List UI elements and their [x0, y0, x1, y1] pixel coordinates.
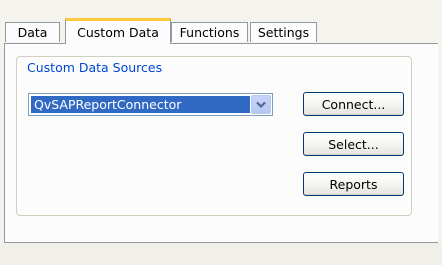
connect-button[interactable]: Connect...: [303, 92, 404, 116]
select-button-label: Select...: [328, 136, 379, 152]
chevron-down-icon: [256, 101, 266, 108]
connect-button-label: Connect...: [321, 96, 386, 112]
tab-functions-label: Functions: [179, 25, 240, 40]
connector-select-value: QvSAPReportConnector: [31, 96, 250, 113]
tab-custom-data-label: Custom Data: [77, 25, 159, 40]
reports-button[interactable]: Reports: [303, 172, 404, 196]
custom-data-sources-legend: Custom Data Sources: [24, 60, 166, 75]
dialog-page: Data Custom Data Functions Settings Cust…: [0, 0, 442, 265]
tab-custom-data[interactable]: Custom Data: [65, 18, 171, 44]
tab-data-label: Data: [17, 25, 48, 40]
select-button[interactable]: Select...: [303, 132, 404, 156]
tab-strip: Data Custom Data Functions Settings: [0, 0, 442, 44]
tab-data[interactable]: Data: [5, 22, 60, 42]
reports-button-label: Reports: [329, 176, 378, 192]
connector-dropdown-button[interactable]: [251, 95, 271, 114]
dialog-bottom-strip: [0, 243, 442, 265]
connector-select[interactable]: QvSAPReportConnector: [28, 93, 273, 116]
tab-settings[interactable]: Settings: [250, 22, 317, 42]
tab-functions[interactable]: Functions: [171, 22, 248, 42]
tab-settings-label: Settings: [257, 25, 310, 40]
